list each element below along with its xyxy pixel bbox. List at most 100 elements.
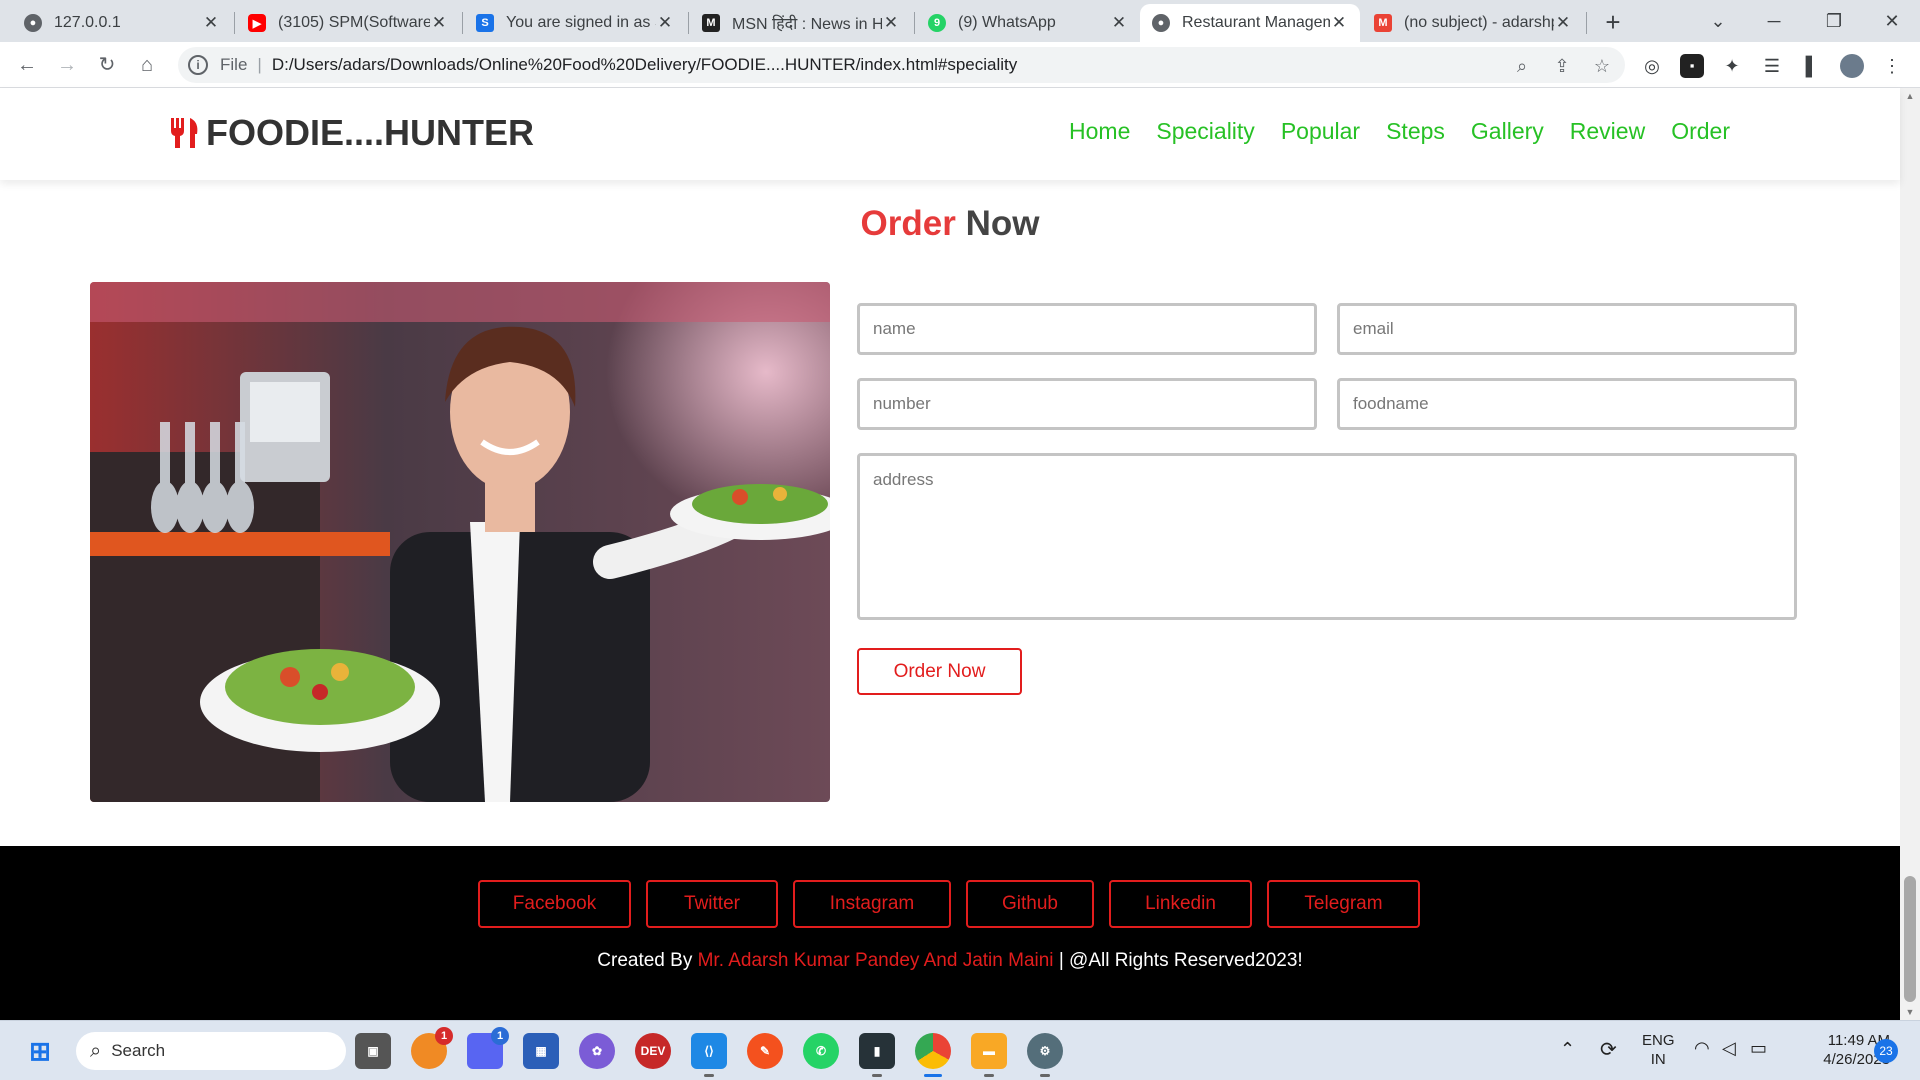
close-window-icon[interactable]: ✕ [1872,6,1912,36]
close-icon[interactable]: ✕ [430,13,448,33]
name-input[interactable]: name [857,303,1317,355]
nav-popular[interactable]: Popular [1281,118,1360,145]
taskbar-search[interactable]: ⌕ Search [76,1032,346,1070]
tab-youtube[interactable]: ▶ (3105) SPM(Software ✕ [236,4,460,42]
tab-127-0-0-1[interactable]: ● 127.0.0.1 ✕ [0,4,232,42]
globe-icon: ● [1152,14,1170,32]
address-textarea[interactable]: address [857,453,1797,620]
whatsapp-icon[interactable]: ✆ [803,1033,839,1069]
scrollbar-thumb[interactable] [1904,876,1916,1002]
nav-speciality[interactable]: Speciality [1156,118,1254,145]
instagram-link[interactable]: Instagram [793,880,951,928]
close-icon[interactable]: ✕ [1554,13,1572,33]
search-placeholder: Search [111,1041,166,1060]
scroll-down-arrow-icon[interactable]: ▼ [1900,1004,1920,1020]
order-now-button[interactable]: Order Now [857,648,1022,695]
windows-start-icon[interactable]: ⊞ [22,1033,58,1069]
divider: | [257,55,262,74]
language-indicator[interactable]: ENG IN [1642,1031,1675,1069]
nav-order[interactable]: Order [1671,118,1730,145]
github-link[interactable]: Github [966,880,1094,928]
tab-search-chevron-icon[interactable]: ⌄ [1698,6,1738,36]
restore-icon[interactable]: ❐ [1814,6,1854,36]
twitter-link[interactable]: Twitter [646,880,778,928]
notification-badge: 1 [435,1027,453,1045]
foodname-placeholder: foodname [1353,394,1429,413]
settings-gear-icon[interactable]: ⚙ [1027,1033,1063,1077]
home-icon[interactable]: ⌂ [132,50,162,80]
scroll-up-arrow-icon[interactable]: ▲ [1900,88,1920,104]
tab-separator [914,12,915,34]
task-view-icon[interactable]: ▣ [355,1033,391,1069]
extensions-puzzle-icon[interactable]: ✦ [1720,54,1744,78]
zoom-icon[interactable]: ⌕ [1510,54,1534,78]
close-icon[interactable]: ✕ [1110,13,1128,33]
nav-steps[interactable]: Steps [1386,118,1445,145]
file-explorer-icon[interactable]: ▬ [971,1033,1007,1077]
copilot-icon[interactable]: ✿ [579,1033,615,1069]
reload-icon[interactable]: ↻ [92,50,122,80]
tab-whatsapp[interactable]: 9 (9) WhatsApp ✕ [916,4,1140,42]
site-logo[interactable]: FOODIE....HUNTER [168,112,534,154]
side-panel-icon[interactable]: ▌ [1800,54,1824,78]
sync-icon[interactable]: ⟳ [1600,1037,1617,1062]
telegram-link[interactable]: Telegram [1267,880,1420,928]
new-tab-plus-icon[interactable]: + [1598,8,1628,38]
menu-kebab-icon[interactable]: ⋮ [1880,54,1904,78]
tab-gmail[interactable]: M (no subject) - adarshp ✕ [1362,4,1584,42]
show-hidden-icons-chevron-icon[interactable]: ⌃ [1560,1039,1575,1060]
page-scrollbar[interactable]: ▲ ▼ [1900,88,1920,1020]
number-placeholder: number [873,394,931,413]
minimize-icon[interactable]: ─ [1754,6,1794,36]
running-indicator [704,1074,714,1077]
nav-home[interactable]: Home [1069,118,1130,145]
teams-chat-icon[interactable]: 1 [467,1027,509,1069]
tab-title: MSN हिंदी : News in H [732,16,882,33]
profile-avatar[interactable] [1840,54,1864,78]
tab-signed-in[interactable]: S You are signed in as S ✕ [464,4,686,42]
terminal-icon[interactable]: ▮ [859,1033,895,1077]
chrome-icon[interactable] [915,1033,951,1077]
email-input[interactable]: email [1337,303,1797,355]
app-orange-icon[interactable]: 1 [411,1027,453,1069]
microsoft-store-icon[interactable]: ▦ [523,1033,559,1069]
close-icon[interactable]: ✕ [1330,13,1348,33]
tab-title: (3105) SPM(Software [278,14,430,31]
tab-title: (no subject) - adarshp [1404,14,1554,31]
back-arrow-icon[interactable]: ← [12,50,42,80]
tab-msn[interactable]: M MSN हिंदी : News in H ✕ [690,4,912,42]
nav-gallery[interactable]: Gallery [1471,118,1544,145]
utensils-icon [171,118,198,148]
name-placeholder: name [873,319,916,338]
extension-app-icon[interactable]: ▪ [1680,54,1704,78]
brush-app-icon[interactable]: ✎ [747,1033,783,1069]
facebook-link[interactable]: Facebook [478,880,631,928]
s-logo-icon: S [476,14,494,32]
wifi-icon[interactable]: ◠ [1694,1038,1710,1059]
close-icon[interactable]: ✕ [882,13,900,33]
forward-arrow-icon[interactable]: → [52,50,82,80]
address-bar[interactable]: i File | D:/Users/adars/Downloads/Online… [178,47,1625,83]
tab-restaurant-management[interactable]: ● Restaurant Managem ✕ [1140,4,1360,42]
bookmark-star-icon[interactable]: ☆ [1590,54,1614,78]
notification-count-badge[interactable]: 23 [1874,1039,1898,1063]
vscode-icon[interactable]: ⟨⟩ [691,1033,727,1077]
volume-icon[interactable]: ◁ [1722,1038,1736,1059]
site-info-icon[interactable]: i [188,55,208,75]
dev-cpp-icon[interactable]: DEV [635,1033,671,1069]
msn-icon: M [702,14,720,32]
region-label: IN [1650,1051,1666,1068]
number-input[interactable]: number [857,378,1317,430]
media-queue-icon[interactable]: ☰ [1760,54,1784,78]
share-icon[interactable]: ⇪ [1550,54,1574,78]
nav-review[interactable]: Review [1570,118,1645,145]
url-text[interactable]: D:/Users/adars/Downloads/Online%20Food%2… [272,55,1017,75]
main-nav: Home Speciality Popular Steps Gallery Re… [1069,118,1730,145]
foodname-input[interactable]: foodname [1337,378,1797,430]
linkedin-link[interactable]: Linkedin [1109,880,1252,928]
battery-icon[interactable]: ▭ [1750,1038,1767,1059]
eye-off-icon[interactable]: ◎ [1640,54,1664,78]
close-icon[interactable]: ✕ [202,13,220,33]
site-header: FOODIE....HUNTER Home Speciality Popular… [0,88,1900,180]
close-icon[interactable]: ✕ [656,13,674,33]
